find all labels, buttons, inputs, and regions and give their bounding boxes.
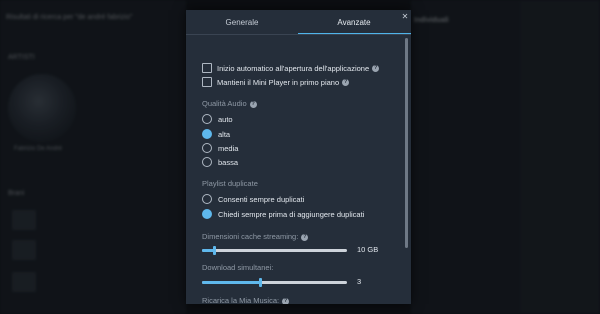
radio-label: bassa <box>218 157 239 167</box>
settings-dialog: Generale Avanzate ✕ Inizio automatico al… <box>186 10 411 304</box>
info-icon[interactable]: ? <box>342 78 350 86</box>
radio-label: alta <box>218 129 231 139</box>
cache-size-title-text: Dimensioni cache streaming: <box>202 232 299 241</box>
autostart-label: Inizio automatico all'apertura dell'appl… <box>217 63 370 73</box>
radio-button-selected[interactable] <box>202 209 212 219</box>
downloads-slider[interactable] <box>202 276 347 288</box>
slider-track <box>202 249 347 252</box>
reload-music-title-text: Ricarica la Mia Musica: <box>202 296 280 304</box>
duplicates-option-allow[interactable]: Consenti sempre duplicati <box>202 193 304 205</box>
miniplayer-checkbox-row[interactable]: Mantieni il Mini Player in primo piano ? <box>202 76 350 88</box>
autostart-checkbox-row[interactable]: Inizio automatico all'apertura dell'appl… <box>202 62 380 74</box>
audio-quality-title-text: Qualità Audio <box>202 99 247 108</box>
radio-label: media <box>218 143 239 153</box>
autostart-checkbox[interactable] <box>202 63 212 73</box>
radio-button-selected[interactable] <box>202 129 212 139</box>
audio-option-auto[interactable]: auto <box>202 113 233 125</box>
radio-label: Chiedi sempre prima di aggiungere duplic… <box>218 209 365 219</box>
tab-avanzate[interactable]: Avanzate <box>298 10 410 33</box>
audio-option-alta[interactable]: alta <box>202 128 230 140</box>
info-icon[interactable]: ? <box>301 233 309 241</box>
settings-content: Inizio automatico all'apertura dell'appl… <box>186 35 411 304</box>
radio-button[interactable] <box>202 194 212 204</box>
tab-generale[interactable]: Generale <box>186 10 298 33</box>
radio-button[interactable] <box>202 114 212 124</box>
radio-button[interactable] <box>202 157 212 167</box>
audio-option-bassa[interactable]: bassa <box>202 156 238 168</box>
radio-button[interactable] <box>202 143 212 153</box>
downloads-title: Download simultanei: <box>202 263 274 272</box>
cache-size-title: Dimensioni cache streaming:? <box>202 232 309 241</box>
radio-label: Consenti sempre duplicati <box>218 194 305 204</box>
miniplayer-checkbox[interactable] <box>202 77 212 87</box>
radio-label: auto <box>218 114 233 124</box>
info-icon[interactable]: ? <box>372 64 380 72</box>
slider-fill <box>202 281 260 284</box>
audio-quality-title: Qualità Audio? <box>202 99 257 108</box>
cache-size-slider[interactable] <box>202 244 347 256</box>
duplicates-option-ask[interactable]: Chiedi sempre prima di aggiungere duplic… <box>202 208 364 220</box>
downloads-value: 3 <box>357 277 362 286</box>
close-icon[interactable]: ✕ <box>400 12 410 22</box>
settings-tabs: Generale Avanzate ✕ <box>186 10 411 35</box>
miniplayer-label: Mantieni il Mini Player in primo piano <box>217 77 340 87</box>
cache-size-value: 10 GB <box>357 245 379 254</box>
info-icon[interactable]: ? <box>249 100 257 108</box>
slider-thumb[interactable] <box>259 278 262 287</box>
reload-music-title: Ricarica la Mia Musica:? <box>202 296 290 304</box>
duplicates-title: Playlist duplicate <box>202 179 258 188</box>
info-icon[interactable]: ? <box>282 297 290 304</box>
audio-option-media[interactable]: media <box>202 142 238 154</box>
slider-thumb[interactable] <box>213 246 216 255</box>
